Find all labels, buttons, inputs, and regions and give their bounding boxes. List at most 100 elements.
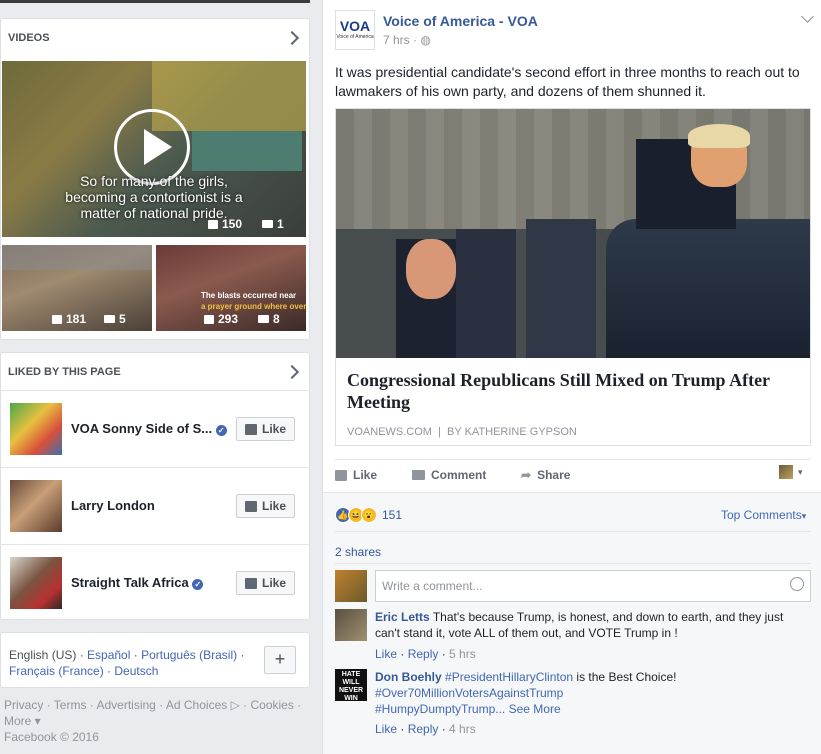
video-thumb-1[interactable]: 181 5 [2,245,152,331]
article-source: VOANEWS.COM [347,426,432,438]
liked-card: LIKED BY THIS PAGE VOA Sonny Side of S..… [0,352,310,620]
like-button-label: Like [262,576,287,590]
article-image[interactable] [336,109,810,358]
chevron-right-icon[interactable] [284,30,300,46]
article-title[interactable]: Congressional Republicans Still Mixed on… [347,369,797,413]
post-actions: Like Comment ➦ Share ▾ [335,459,811,491]
comment-author[interactable]: Don Boehly [375,670,442,684]
video-thumb-2[interactable]: The blasts occurred near a prayer ground… [156,245,306,331]
article-preview[interactable]: Congressional Republicans Still Mixed on… [335,108,811,446]
comment-time[interactable]: 4 hrs [449,722,476,736]
video-like-count: 293 [218,312,239,326]
like-action[interactable]: Like [335,468,377,482]
video-comment-count: 1 [277,217,284,231]
liked-page-name[interactable]: Straight Talk Africa [71,575,189,590]
share-action[interactable]: ➦ Share [521,468,570,482]
video-like-count: 150 [222,217,243,231]
footer-link[interactable]: Terms [54,698,87,712]
comment-actions: Like · Reply · 4 hrs [375,722,476,736]
post-options-icon[interactable] [801,10,814,23]
avatar[interactable] [10,557,62,609]
top-comments-dropdown[interactable]: Top Comments▾ [721,508,806,522]
comment-reply-link[interactable]: Reply [408,722,439,736]
commenter-avatar [335,570,367,602]
post-text: It was presidential candidate's second e… [335,64,800,99]
see-more-link[interactable]: See More [509,702,561,716]
reactions-count[interactable]: 151 [382,508,402,522]
caret-down-icon[interactable]: ▾ [798,467,803,478]
liked-title: LIKED BY THIS PAGE [8,366,121,378]
footer-link[interactable]: Ad Choices [166,698,227,712]
like-button-label: Like [262,422,287,436]
reactions-summary[interactable]: 👍 😆 😮 151 [335,507,402,523]
footer: Privacy · Terms · Advertising · Ad Choic… [4,698,302,744]
language-link[interactable]: Deutsch [114,664,158,678]
comment-reply-link[interactable]: Reply [408,647,439,661]
post-meta: 7 hrs · ◍ [383,33,431,47]
like-page-button[interactable]: Like [236,571,296,595]
language-link[interactable]: Português (Brasil) [141,648,237,662]
language-link[interactable]: Français (France) [9,664,104,678]
comment-text: That's because Trump, is honest, and dow… [375,610,784,640]
avatar[interactable] [10,403,62,455]
like-icon [208,219,218,229]
comment-action[interactable]: Comment [412,468,486,482]
comment-author[interactable]: Eric Letts [375,610,430,624]
footer-link[interactable]: Advertising [96,698,155,712]
video-caption: So for many of the girls, becoming a con… [2,173,306,221]
add-language-button[interactable]: + [264,646,296,674]
liked-page-item[interactable]: Straight Talk Africa ✓ Like [1,545,309,621]
plus-icon: + [274,649,286,669]
caption-line: The blasts occurred near [201,291,297,300]
like-page-button[interactable]: Like [236,417,296,441]
share-label: Share [537,468,571,482]
like-icon [245,500,257,512]
liked-page-name[interactable]: Larry London [71,498,155,513]
hashtag-link[interactable]: #PresidentHillaryClinton [445,670,573,684]
liked-page-item[interactable]: VOA Sonny Side of S... ✓ Like [1,391,309,467]
comment-avatar[interactable] [335,609,367,641]
article-meta: VOANEWS.COM | BY KATHERINE GYPSON [347,426,577,438]
emoji-icon[interactable] [790,577,804,591]
shares-count[interactable]: 2 shares [335,545,381,559]
top-strip [0,0,310,3]
footer-link[interactable]: Cookies [250,698,293,712]
like-icon [335,469,347,481]
comment-icon [412,470,425,480]
avatar[interactable] [10,480,62,532]
viewer-avatar[interactable] [779,465,793,479]
hashtag-link[interactable]: #Over70MillionVotersAgainstTrump [375,686,563,700]
post-author[interactable]: Voice of America - VOA [383,13,538,29]
like-button-label: Like [262,499,287,513]
top-comments-label: Top Comments [721,508,802,522]
post-time[interactable]: 7 hrs [383,33,410,47]
video-main[interactable]: So for many of the girls, becoming a con… [2,61,306,237]
comment-input[interactable]: Write a comment... [375,570,811,602]
verified-icon: ✓ [192,579,204,590]
videos-card: VIDEOS So for many of the girls, becomin… [0,18,310,340]
hashtag-link[interactable]: #HumpyDumptyTrump... [375,702,505,716]
comment-like-link[interactable]: Like [375,722,397,736]
comment-time[interactable]: 5 hrs [449,647,476,661]
comment-label: Comment [431,468,487,482]
like-icon [245,423,257,435]
like-page-button[interactable]: Like [236,494,296,518]
ad-choices-icon: ▷ [227,698,240,712]
comment-input-placeholder: Write a comment... [382,579,483,593]
comment-like-link[interactable]: Like [375,647,397,661]
footer-link[interactable]: More [4,714,31,728]
post-card: VOA Voice of America Voice of America - … [322,0,821,754]
language-link[interactable]: Español [87,648,130,662]
footer-link[interactable]: Privacy [4,698,43,712]
liked-page-name[interactable]: VOA Sonny Side of S... [71,421,212,436]
wow-reaction-icon: 😮 [361,507,377,523]
comment-avatar[interactable]: HATE WILL NEVER WIN [335,669,367,702]
liked-page-item[interactable]: Larry London Like [1,468,309,544]
comment-actions: Like · Reply · 5 hrs [375,647,476,661]
page-avatar[interactable]: VOA Voice of America [335,10,375,50]
video-caption: The blasts occurred near a prayer ground… [201,290,306,312]
like-icon [245,577,257,589]
comment-icon [258,315,270,323]
chevron-right-icon[interactable] [284,364,300,380]
language-list: English (US) · Español · Português (Bras… [9,648,245,678]
